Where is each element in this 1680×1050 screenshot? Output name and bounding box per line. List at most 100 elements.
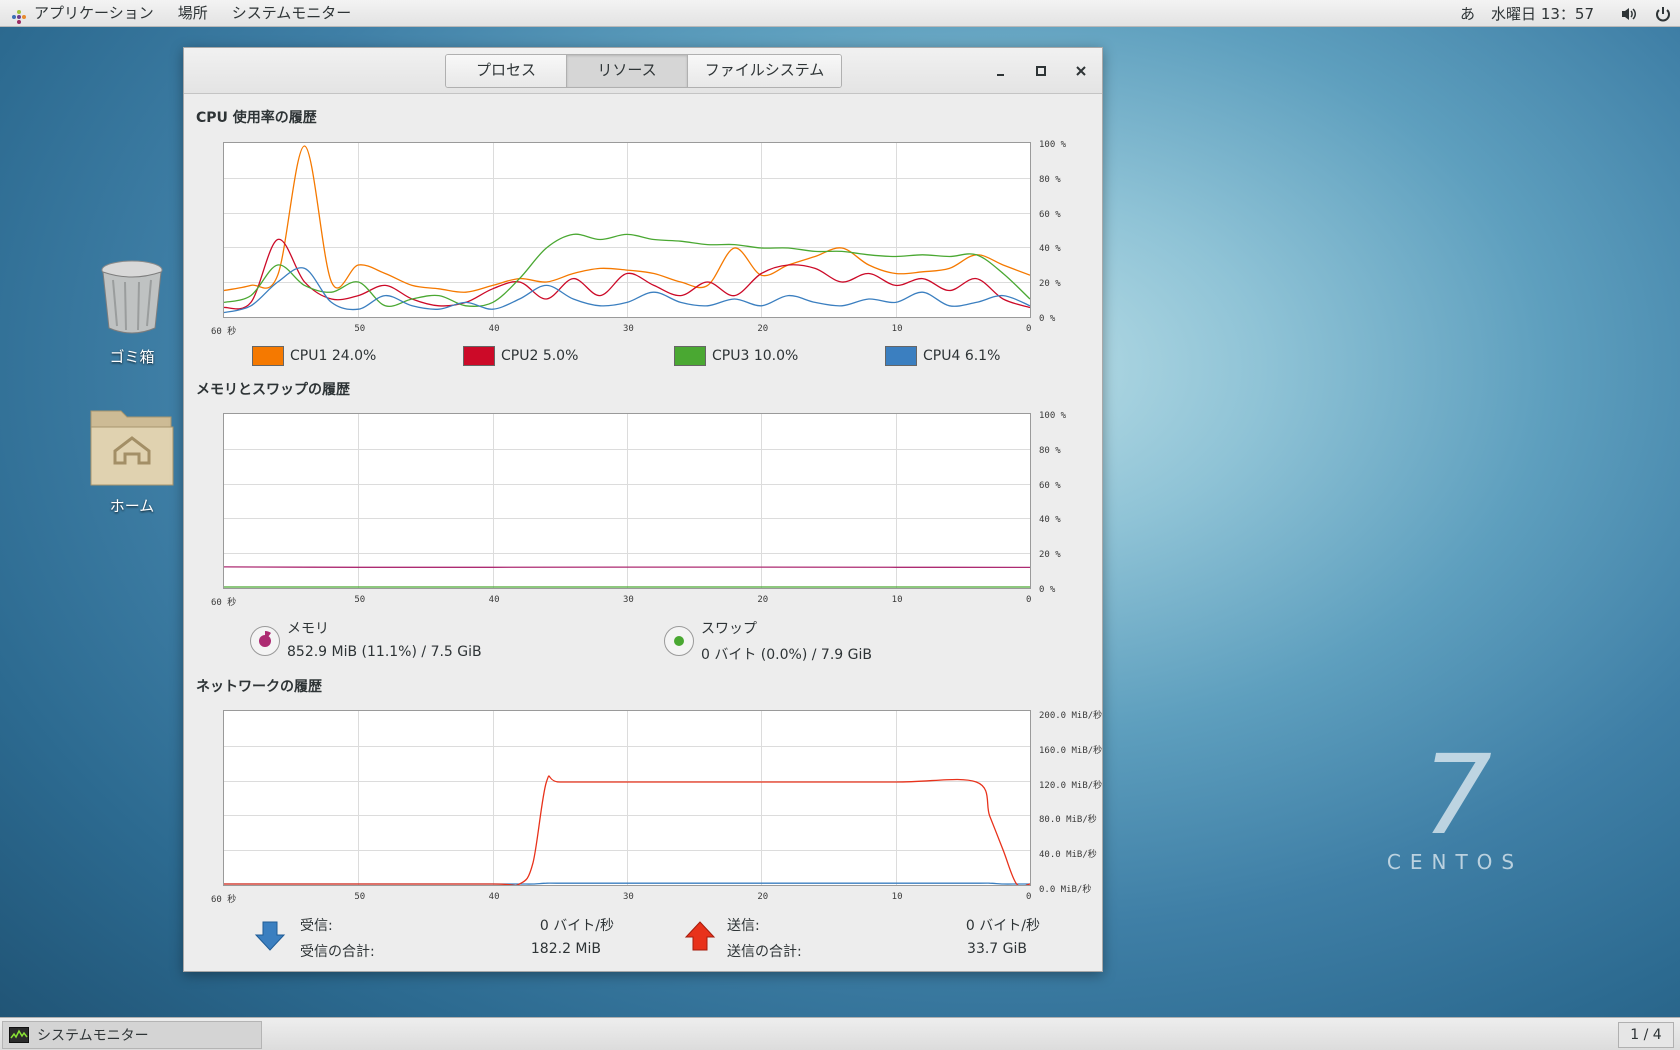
x-tick-label: 50	[354, 324, 366, 334]
legend-swatch[interactable]	[463, 346, 495, 366]
applications-label: アプリケーション	[34, 4, 154, 22]
legend-label: CPU3 10.0%	[712, 348, 799, 364]
network-graph	[223, 710, 1031, 886]
receive-total-label: 受信の合計:	[300, 944, 375, 960]
receive-rate: 0 バイト/秒	[539, 918, 614, 934]
legend-label: CPU4 6.1%	[923, 348, 1001, 364]
y-tick-label: 80 %	[1039, 174, 1061, 185]
close-icon	[1076, 66, 1086, 76]
y-tick-label: 0 %	[1039, 314, 1056, 324]
x-tick-label: 40	[488, 324, 500, 334]
legend-item-cpu4[interactable]: CPU4 6.1%	[885, 346, 1000, 366]
power-icon[interactable]	[1654, 5, 1672, 23]
trash-desktop-icon[interactable]: ゴミ箱	[77, 258, 187, 367]
memory-graph	[223, 413, 1031, 589]
send-total-label: 送信の合計:	[727, 944, 802, 960]
taskbar-system-monitor[interactable]: システムモニター	[2, 1021, 262, 1049]
legend-swatch[interactable]	[674, 346, 706, 366]
cpu-graph	[223, 142, 1031, 318]
maximize-button[interactable]	[1032, 62, 1050, 80]
tab-processes[interactable]: プロセス	[446, 55, 567, 87]
clock[interactable]: 水曜日 13：57	[1491, 3, 1594, 24]
x-tick-label: 0	[1026, 595, 1032, 605]
volume-icon[interactable]	[1620, 5, 1638, 23]
close-button[interactable]	[1072, 62, 1090, 80]
brand-number: 7	[1422, 731, 1492, 859]
legend-swatch[interactable]	[885, 346, 917, 366]
swap-color-button[interactable]	[664, 626, 694, 656]
legend-item-cpu3[interactable]: CPU3 10.0%	[674, 346, 798, 366]
cpu-section-title: CPU 使用率の履歴	[196, 110, 317, 126]
status-area: あ 水曜日 13：57	[1452, 0, 1680, 27]
minimize-button[interactable]	[992, 62, 1010, 80]
places-menu[interactable]: 場所	[166, 0, 220, 27]
x-tick-label: 50	[354, 892, 366, 902]
legend-item-cpu2[interactable]: CPU2 5.0%	[463, 346, 578, 366]
top-bar: アプリケーション 場所 システムモニター あ 水曜日 13：57	[0, 0, 1680, 27]
arrow-down-icon	[254, 921, 286, 951]
maximize-icon	[1036, 66, 1046, 76]
receive-label: 受信:	[300, 918, 333, 934]
y-tick-label: 0 %	[1039, 585, 1056, 595]
home-folder-icon	[77, 403, 187, 491]
legend-label: CPU2 5.0%	[501, 348, 579, 364]
memory-pie-icon	[259, 631, 271, 647]
applications-icon	[12, 6, 26, 24]
y-tick-label: 40.0 MiB/秒	[1039, 850, 1097, 861]
y-tick-label: 20 %	[1039, 550, 1061, 561]
x-tick-label: 0	[1026, 892, 1032, 902]
y-tick-label: 60 %	[1039, 209, 1061, 220]
input-method-indicator[interactable]: あ	[1460, 3, 1475, 24]
arrow-up-icon	[684, 921, 716, 951]
receive-total: 182.2 MiB	[530, 941, 601, 957]
minimize-icon	[997, 74, 1004, 76]
brand-name: CENTOS	[1386, 850, 1524, 874]
system-monitor-window: プロセス リソース ファイルシステム CPU 使用率の履歴 100 % 80 % 6…	[183, 47, 1103, 972]
y-tick-label: 0.0 MiB/秒	[1039, 885, 1092, 895]
legend-swatch[interactable]	[252, 346, 284, 366]
receive-color-button[interactable]	[254, 920, 286, 956]
x-tick-label: 60 秒	[211, 327, 237, 337]
x-tick-label: 20	[757, 324, 769, 334]
tab-resources[interactable]: リソース	[567, 55, 688, 87]
workspace-pager[interactable]: 1 / 4	[1618, 1022, 1674, 1048]
swap-pie-icon	[674, 636, 684, 646]
send-label: 送信:	[727, 918, 760, 934]
bottom-panel: システムモニター 1 / 4	[0, 1017, 1680, 1050]
send-color-button[interactable]	[684, 920, 716, 956]
app-menu[interactable]: システムモニター	[220, 0, 364, 27]
memory-section-title: メモリとスワップの履歴	[196, 382, 350, 398]
y-tick-label: 120.0 MiB/秒	[1039, 780, 1103, 791]
centos-brand: 7 CENTOS	[1380, 740, 1530, 874]
x-tick-label: 0	[1026, 324, 1032, 334]
send-rate: 0 バイト/秒	[965, 918, 1040, 934]
swap-label: スワップ	[701, 621, 757, 637]
x-tick-label: 40	[488, 892, 500, 902]
y-tick-label: 20 %	[1039, 279, 1061, 290]
taskbar-label: システムモニター	[37, 1028, 149, 1044]
y-tick-label: 100 %	[1039, 140, 1067, 150]
y-tick-label: 100 %	[1039, 411, 1067, 421]
y-tick-label: 200.0 MiB/秒	[1039, 711, 1103, 721]
memory-color-button[interactable]	[250, 626, 280, 656]
home-desktop-icon[interactable]: ホーム	[77, 403, 187, 516]
legend-item-cpu1[interactable]: CPU1 24.0%	[252, 346, 376, 366]
network-section-title: ネットワークの履歴	[196, 679, 322, 695]
tab-filesystems[interactable]: ファイルシステム	[688, 55, 841, 87]
legend-label: CPU1 24.0%	[290, 348, 377, 364]
y-tick-label: 80.0 MiB/秒	[1039, 815, 1097, 826]
applications-menu[interactable]: アプリケーション	[0, 0, 166, 27]
y-tick-label: 40 %	[1039, 515, 1061, 526]
y-tick-label: 160.0 MiB/秒	[1039, 745, 1103, 756]
x-tick-label: 30	[623, 324, 634, 334]
trash-label: ゴミ箱	[109, 348, 155, 366]
y-tick-label: 40 %	[1039, 244, 1061, 255]
x-tick-label: 60 秒	[211, 895, 237, 905]
trash-icon	[77, 258, 187, 342]
y-tick-label: 60 %	[1039, 480, 1061, 491]
x-tick-label: 40	[488, 595, 500, 605]
x-tick-label: 50	[354, 595, 366, 605]
memory-value: 852.9 MiB (11.1%) / 7.5 GiB	[287, 644, 482, 660]
x-tick-label: 10	[891, 595, 903, 605]
title-bar[interactable]: プロセス リソース ファイルシステム	[184, 48, 1102, 94]
